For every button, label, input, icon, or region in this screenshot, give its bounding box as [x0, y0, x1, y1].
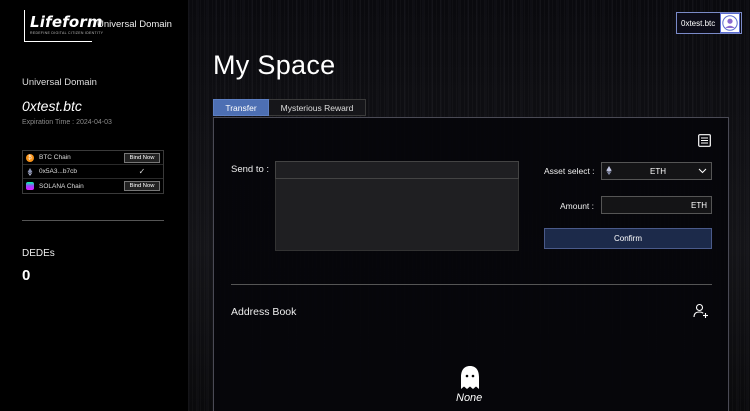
btc-icon: ₿ — [26, 153, 34, 162]
tab-mysterious-reward[interactable]: Mysterious Reward — [269, 99, 366, 116]
asset-select-label: Asset select : — [544, 166, 595, 176]
solana-icon — [26, 182, 34, 190]
amount-label: Amount : — [560, 201, 595, 211]
send-to-textarea[interactable] — [275, 179, 519, 251]
bind-solana-button[interactable]: Bind Now — [124, 181, 160, 191]
chevron-down-icon — [698, 167, 707, 176]
chain-label: BTC Chain — [39, 154, 71, 161]
asset-selected-value: ETH — [650, 166, 666, 176]
sidebar-section-label: Universal Domain — [22, 77, 97, 88]
sidebar: Lifeform REDEFINE DIGITAL CITIZEN IDENTI… — [0, 0, 188, 411]
user-account-button[interactable]: 0xtest.btc — [676, 12, 742, 34]
tab-bar: Transfer Mysterious Reward — [213, 99, 366, 116]
eth-icon — [606, 165, 614, 177]
dedes-value: 0 — [22, 267, 31, 284]
address-book-label: Address Book — [231, 306, 297, 318]
check-icon: ✓ — [138, 167, 146, 176]
asset-select-dropdown[interactable]: ETH — [601, 162, 712, 180]
brand-logo[interactable]: Lifeform REDEFINE DIGITAL CITIZEN IDENTI… — [24, 10, 172, 42]
confirm-button[interactable]: Confirm — [544, 228, 712, 249]
product-name: Universal Domain — [97, 19, 172, 30]
chain-binding-list: ₿ BTC Chain Bind Now 0x5A3...b7cb ✓ SOLA… — [22, 150, 164, 194]
logo-wordmark: Lifeform — [30, 13, 103, 31]
chain-row-btc: ₿ BTC Chain Bind Now — [23, 151, 163, 165]
amount-input[interactable]: ETH — [601, 196, 712, 214]
user-name: 0xtest.btc — [681, 18, 716, 28]
avatar-icon — [722, 15, 738, 31]
chain-row-solana: SOLANA Chain Bind Now — [23, 179, 163, 193]
send-to-input[interactable] — [275, 161, 519, 179]
sidebar-divider — [22, 220, 164, 221]
empty-state-text: None — [456, 392, 483, 404]
eth-icon — [26, 167, 34, 176]
tab-transfer[interactable]: Transfer — [213, 99, 269, 116]
logo-tagline: REDEFINE DIGITAL CITIZEN IDENTITY — [30, 31, 104, 35]
amount-unit: ETH — [691, 200, 707, 210]
avatar — [720, 13, 740, 33]
transfer-panel: Send to : Asset select : ETH Amount : ET… — [213, 117, 729, 411]
chain-row-eth: 0x5A3...b7cb ✓ — [23, 165, 163, 179]
domain-name: 0xtest.btc — [22, 98, 82, 114]
page-title: My Space — [213, 50, 336, 80]
expiration-time: Expiration Time : 2024-04-03 — [22, 119, 112, 126]
bind-btc-button[interactable]: Bind Now — [124, 152, 160, 163]
panel-divider — [231, 284, 712, 285]
send-to-label: Send to : — [231, 164, 270, 175]
chain-label: SOLANA Chain — [39, 182, 84, 190]
chain-address: 0x5A3...b7cb — [39, 168, 77, 175]
dedes-label: DEDEs — [22, 248, 55, 259]
document-list-icon[interactable] — [698, 134, 711, 152]
add-contact-icon[interactable] — [693, 303, 709, 324]
